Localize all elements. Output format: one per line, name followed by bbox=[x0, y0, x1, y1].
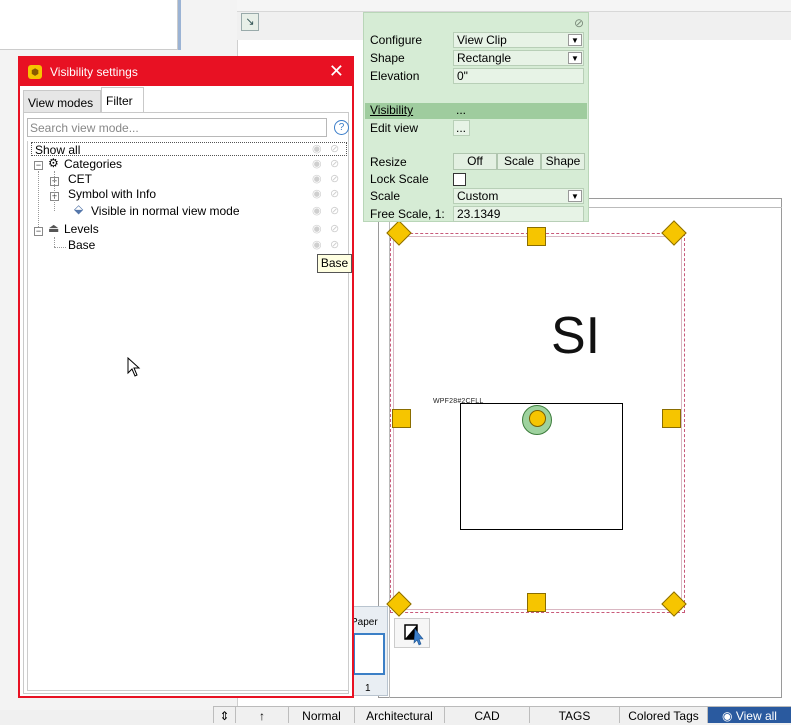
left-top-box bbox=[0, 0, 178, 50]
configure-label: Configure bbox=[370, 33, 423, 47]
chevron-down-icon: ▼ bbox=[568, 52, 582, 64]
clip-handle-bottom[interactable] bbox=[527, 593, 546, 612]
help-icon[interactable]: ? bbox=[334, 120, 349, 135]
tree-label: Show all bbox=[35, 143, 81, 157]
eye-slash-icon[interactable]: ⊘ bbox=[330, 222, 339, 235]
eye-slash-icon[interactable]: ⊘ bbox=[330, 187, 339, 200]
shape-value: Rectangle bbox=[457, 51, 512, 65]
eye-icon[interactable]: ◉ bbox=[312, 142, 322, 155]
dialog-titlebar[interactable]: ⬢ Visibility settings ✕ bbox=[20, 58, 352, 86]
expand-panel-button[interactable]: ↘ bbox=[241, 13, 259, 31]
status-toggle-icon[interactable]: ⇕ bbox=[213, 707, 235, 723]
search-view-mode-input[interactable]: Search view mode... bbox=[27, 118, 327, 137]
collapse-icon[interactable]: − bbox=[34, 227, 43, 236]
tree-item-cet[interactable]: CET bbox=[68, 172, 92, 186]
visibility-tree: Show all ◉ ⊘ − ⚙ Categories ◉ ⊘ + CET ◉ … bbox=[27, 141, 349, 691]
paper-thumbnail[interactable] bbox=[353, 633, 385, 675]
visibility-button[interactable]: ... bbox=[456, 103, 466, 117]
eye-icon[interactable]: ◉ bbox=[312, 204, 322, 217]
tree-item-symbol-with-info[interactable]: Symbol with Info bbox=[68, 187, 156, 201]
shape-label: Shape bbox=[370, 51, 405, 65]
top-toolbar bbox=[237, 0, 791, 12]
app-logo-icon: ⬢ bbox=[28, 65, 42, 79]
tooltip: Base bbox=[317, 254, 352, 273]
tree-item-categories[interactable]: Categories bbox=[64, 157, 122, 171]
scrollbar-accent bbox=[178, 0, 181, 50]
visibility-label: Visibility bbox=[370, 103, 414, 117]
free-scale-label: Free Scale, 1: bbox=[370, 207, 445, 221]
scale-select[interactable]: Custom ▼ bbox=[453, 188, 584, 204]
eye-slash-icon[interactable]: ⊘ bbox=[574, 16, 584, 30]
chevron-down-icon: ▼ bbox=[568, 34, 582, 46]
eye-icon[interactable]: ◉ bbox=[312, 238, 322, 251]
levels-icon: ⏏ bbox=[48, 221, 60, 235]
categories-icon: ⚙ bbox=[48, 156, 59, 170]
eye-slash-icon[interactable]: ⊘ bbox=[330, 157, 339, 170]
resize-scale-button[interactable]: Scale bbox=[497, 153, 541, 170]
chevron-down-icon: ▼ bbox=[568, 190, 582, 202]
paper-tab-number: 1 bbox=[365, 683, 371, 694]
properties-panel: ⊘ Configure View Clip ▼ Shape Rectangle … bbox=[363, 12, 589, 222]
visibility-settings-dialog: ⬢ Visibility settings ✕ View modes Filte… bbox=[18, 56, 354, 698]
eye-slash-icon[interactable]: ⊘ bbox=[330, 172, 339, 185]
resize-off-button[interactable]: Off bbox=[453, 153, 497, 170]
eye-slash-icon[interactable]: ⊘ bbox=[330, 238, 339, 251]
elevation-field[interactable]: 0" bbox=[453, 68, 584, 84]
view-mode-normal[interactable]: Normal bbox=[288, 707, 354, 723]
tree-connector bbox=[54, 171, 55, 211]
view-mode-architectural[interactable]: Architectural bbox=[354, 707, 444, 723]
configure-value: View Clip bbox=[457, 33, 507, 47]
resize-shape-button[interactable]: Shape bbox=[541, 153, 585, 170]
status-bar: ⇕ ↑ Normal Architectural CAD TAGS Colore… bbox=[213, 706, 791, 723]
view-mode-colored-tags[interactable]: Colored Tags bbox=[619, 707, 707, 723]
tree-connector bbox=[54, 237, 55, 247]
lock-scale-checkbox[interactable] bbox=[453, 173, 466, 186]
view-mode-cad[interactable]: CAD bbox=[444, 707, 529, 723]
elevation-label: Elevation bbox=[370, 69, 420, 83]
clip-handle-left[interactable] bbox=[392, 409, 411, 428]
resize-label: Resize bbox=[370, 155, 407, 169]
selection-tool-button[interactable] bbox=[394, 618, 430, 648]
filter-icon: ⬙ bbox=[74, 202, 84, 216]
tree-item-base[interactable]: Base bbox=[68, 238, 95, 252]
tree-item-visible-normal[interactable]: Visible in normal view mode bbox=[91, 204, 240, 218]
collapse-icon[interactable]: − bbox=[34, 161, 43, 170]
view-all-label: View all bbox=[735, 709, 777, 723]
filter-tab-content: Search view mode... ? Show all ◉ ⊘ − ⚙ C… bbox=[23, 112, 349, 694]
shape-select[interactable]: Rectangle ▼ bbox=[453, 50, 584, 66]
free-scale-field[interactable]: 23.1349 bbox=[453, 206, 584, 222]
eye-icon[interactable]: ◉ bbox=[312, 172, 322, 185]
dialog-title: Visibility settings bbox=[50, 65, 138, 79]
eye-icon[interactable]: ◉ bbox=[312, 222, 322, 235]
paper-tab[interactable]: Paper 1 bbox=[350, 606, 388, 696]
eye-slash-icon[interactable]: ⊘ bbox=[330, 142, 339, 155]
paper-tab-label: Paper bbox=[351, 617, 378, 628]
drawing-text-si[interactable]: SI bbox=[551, 306, 600, 366]
mouse-cursor-icon bbox=[127, 357, 141, 377]
tree-connector bbox=[38, 171, 39, 227]
edit-view-button[interactable]: ... bbox=[453, 120, 470, 136]
tab-view-modes[interactable]: View modes bbox=[23, 90, 101, 113]
close-icon[interactable]: ✕ bbox=[329, 61, 344, 81]
view-all-button[interactable]: ◉ View all bbox=[707, 707, 791, 723]
status-up-arrow-icon[interactable]: ↑ bbox=[235, 707, 288, 723]
tree-connector bbox=[54, 247, 66, 248]
eye-icon[interactable]: ◉ bbox=[312, 187, 322, 200]
scale-label: Scale bbox=[370, 189, 401, 203]
clip-handle-top[interactable] bbox=[527, 227, 546, 246]
scale-value: Custom bbox=[457, 189, 499, 203]
configure-select[interactable]: View Clip ▼ bbox=[453, 32, 584, 48]
tab-filter[interactable]: Filter bbox=[101, 87, 144, 113]
clip-handle-right[interactable] bbox=[662, 409, 681, 428]
eye-icon: ◉ bbox=[722, 709, 733, 723]
tree-item-show-all[interactable]: Show all bbox=[31, 142, 347, 157]
eye-icon[interactable]: ◉ bbox=[312, 157, 322, 170]
edit-view-label: Edit view bbox=[370, 121, 419, 135]
view-mode-tags[interactable]: TAGS bbox=[529, 707, 619, 723]
selection-arrow-icon bbox=[404, 624, 424, 646]
lock-scale-label: Lock Scale bbox=[370, 172, 429, 186]
tree-item-levels[interactable]: Levels bbox=[64, 222, 99, 236]
symbol-marker-center bbox=[529, 410, 546, 427]
eye-slash-icon[interactable]: ⊘ bbox=[330, 204, 339, 217]
